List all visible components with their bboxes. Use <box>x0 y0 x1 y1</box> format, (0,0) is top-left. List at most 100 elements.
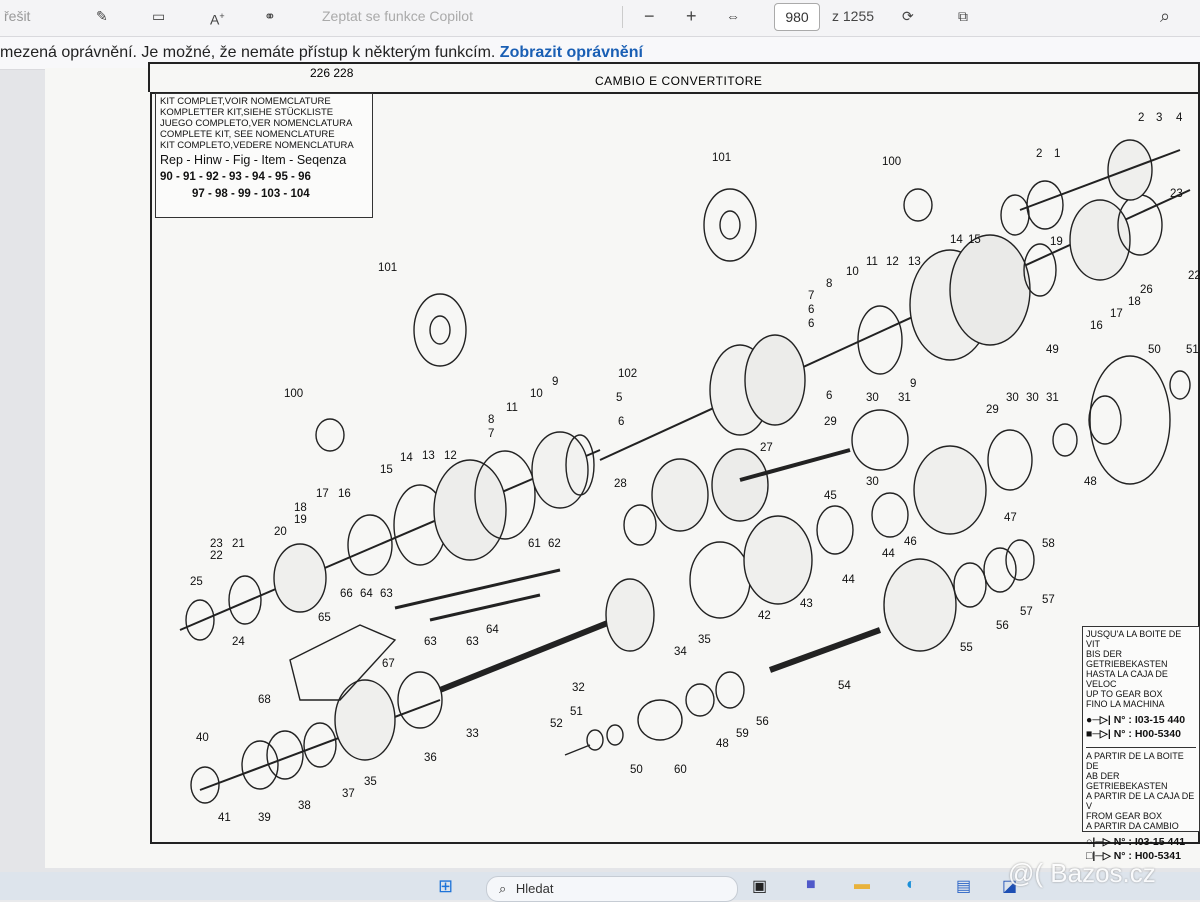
part-label: 39 <box>258 812 271 824</box>
part-label: 57 <box>1020 606 1033 618</box>
upper-shaft-assembly <box>599 139 1191 461</box>
kit-line: COMPLETE KIT, SEE NOMENCLATURE <box>160 129 335 140</box>
part-label: 19 <box>294 514 307 526</box>
part-label: 29 <box>824 416 837 428</box>
part-label: 23 <box>1170 188 1183 200</box>
kit-line: KIT COMPLETO,VEDERE NOMENCLATURA <box>160 140 354 151</box>
part-label: 44 <box>882 548 895 560</box>
task-view-icon[interactable]: ▣ <box>752 876 767 896</box>
part-label: 23 <box>210 538 223 550</box>
legend-serial-3: ○|─▷ N° : I03-15 441 <box>1086 836 1186 848</box>
part-label: 43 <box>800 598 813 610</box>
teams-icon[interactable]: ■ <box>806 876 816 894</box>
part-label: 68 <box>258 694 271 706</box>
part-label: 63 <box>424 636 437 648</box>
part-label: 59 <box>736 728 749 740</box>
legend-from: AB DER GETRIEBEKASTEN <box>1086 771 1168 791</box>
part-label: 56 <box>756 716 769 728</box>
part-label: 41 <box>218 812 231 824</box>
bazos-watermark: @( Bazos.cz <box>1008 858 1156 888</box>
part-label: 57 <box>1042 594 1055 606</box>
part-label: 47 <box>1004 512 1017 524</box>
part-label: 36 <box>424 752 437 764</box>
taskbar-search-input[interactable]: ⌕ Hledat <box>486 876 738 902</box>
part-label: 11 <box>506 402 518 414</box>
part-label: 62 <box>548 538 561 550</box>
legend-from: A PARTIR DE LA CAJA DE V <box>1086 791 1195 811</box>
serial-number-legend: JUSQU'A LA BOITE DE VIT BIS DER GETRIEBE… <box>1082 626 1200 861</box>
part-label: 16 <box>338 488 351 500</box>
kit-numbers-row-2: 97 - 98 - 99 - 103 - 104 <box>192 188 310 200</box>
kit-legend-box: KIT COMPLET,VOIR NOMEMCLATURE KOMPLETTER… <box>155 93 373 218</box>
search-icon: ⌕ <box>499 881 507 896</box>
part-label: 25 <box>190 576 203 588</box>
part-label: 37 <box>342 788 355 800</box>
part-label: 40 <box>196 732 209 744</box>
part-label: 63 <box>380 588 393 600</box>
file-explorer-icon[interactable]: ▬ <box>854 876 870 894</box>
part-label: 9 <box>552 376 559 388</box>
part-label: 44 <box>842 574 855 586</box>
part-label: 5 <box>616 392 623 404</box>
part-label: 2 <box>1138 112 1145 124</box>
part-label: 52 <box>550 718 563 730</box>
countershaft-assembly <box>438 355 1191 693</box>
part-label: 50 <box>1148 344 1161 356</box>
part-label: 7 <box>488 428 495 440</box>
part-label: 64 <box>360 588 373 600</box>
part-label: 21 <box>232 538 245 550</box>
part-label: 6 <box>618 416 625 428</box>
windows-start-icon[interactable]: ⊞ <box>438 876 453 897</box>
kit-line: KIT COMPLET,VOIR NOMEMCLATURE <box>160 96 331 107</box>
part-label: 6 <box>808 318 815 330</box>
part-label: 13 <box>908 256 921 268</box>
store-icon[interactable]: ▤ <box>956 876 971 896</box>
part-label: 56 <box>996 620 1009 632</box>
part-label: 100 <box>882 156 902 168</box>
part-label: 50 <box>630 764 643 776</box>
part-label: 13 <box>422 450 435 462</box>
part-label: 49 <box>1046 344 1059 356</box>
kit-numbers-row-1: 90 - 91 - 92 - 93 - 94 - 95 - 96 <box>160 171 311 183</box>
part-label: 60 <box>674 764 687 776</box>
legend-from: A PARTIR DE LA BOITE DE <box>1086 751 1184 771</box>
part-label: 54 <box>838 680 851 692</box>
legend-serial-1-text: N° : I03-15 440 <box>1113 714 1186 726</box>
part-label: 20 <box>274 526 287 538</box>
part-label: 102 <box>618 368 638 380</box>
part-label: 12 <box>444 450 457 462</box>
part-label: 46 <box>904 536 917 548</box>
part-label: 22 <box>1188 270 1200 282</box>
part-label: 15 <box>380 464 393 476</box>
part-label: 3 <box>1156 112 1163 124</box>
part-label: 11 <box>866 256 878 268</box>
legend-from: FROM GEAR BOX <box>1086 811 1163 821</box>
part-label: 6 <box>808 304 815 316</box>
edge-icon[interactable]: ◐ <box>906 876 916 894</box>
legend-up-to: JUSQU'A LA BOITE DE VIT <box>1086 629 1182 649</box>
part-label: 101 <box>712 152 732 164</box>
part-label: 12 <box>886 256 899 268</box>
part-label: 30 <box>866 476 879 488</box>
kit-rep-line: Rep - Hinw - Fig - Item - Seqenza <box>160 153 347 167</box>
part-label: 42 <box>758 610 771 622</box>
part-label: 35 <box>698 634 711 646</box>
part-label: 17 <box>316 488 329 500</box>
part-label: 45 <box>824 490 837 502</box>
part-label: 29 <box>986 404 999 416</box>
lower-shaft-assembly <box>190 568 745 804</box>
part-label: 100 <box>284 388 304 400</box>
legend-serial-2: ■─▷| N° : H00-5340 <box>1086 728 1181 740</box>
part-label: 14 <box>950 234 963 246</box>
part-label: 27 <box>760 442 773 454</box>
part-label: 18 <box>1128 296 1141 308</box>
part-label: 48 <box>716 738 729 750</box>
legend-serial-3-text: N° : I03-15 441 <box>1113 836 1186 848</box>
part-label: 1 <box>1054 148 1061 160</box>
legend-up-to: HASTA LA CAJA DE VELOC <box>1086 669 1168 689</box>
legend-up-to: FINO LA MACHINA <box>1086 699 1165 709</box>
part-label: 16 <box>1090 320 1103 332</box>
part-label: 8 <box>826 278 833 290</box>
part-label: 51 <box>1186 344 1199 356</box>
part-label: 19 <box>1050 236 1063 248</box>
